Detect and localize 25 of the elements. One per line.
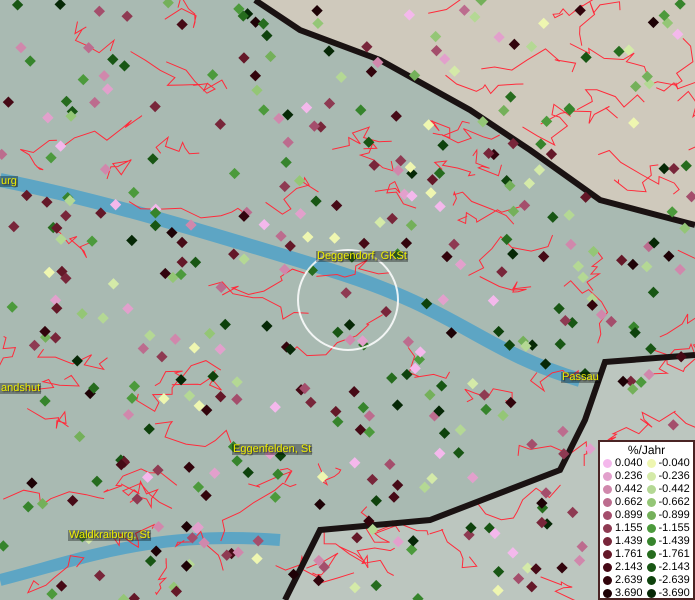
legend-title: %/Jahr [626,443,666,457]
legend-value: 1.761 [615,549,643,560]
legend-value: 2.639 [615,575,643,586]
legend-value: -1.155 [658,523,690,534]
place-label: andshut [0,383,42,394]
legend-value: -1.761 [658,549,690,560]
legend-value: 1.155 [615,523,643,534]
place-label: urg [0,176,18,187]
legend-value: -0.899 [658,510,690,521]
legend-value: -0.040 [658,458,690,469]
legend-value: -1.439 [658,536,690,547]
legend-value: 0.236 [615,471,643,482]
legend-value: -2.639 [658,575,690,586]
legend-value: 2.143 [615,562,643,573]
legend-value: 0.442 [615,484,643,495]
legend-value: 0.040 [615,458,643,469]
legend-value: -3.690 [658,588,690,599]
legend-value: -2.143 [658,562,690,573]
legend-value: -0.662 [658,497,690,508]
legend-value: -0.236 [658,471,690,482]
legend-value: 0.899 [615,510,643,521]
legend-value: -0.442 [658,484,690,495]
legend-value: 1.439 [615,536,643,547]
legend-value: 3.690 [615,588,643,599]
legend-value: 0.662 [615,497,643,508]
